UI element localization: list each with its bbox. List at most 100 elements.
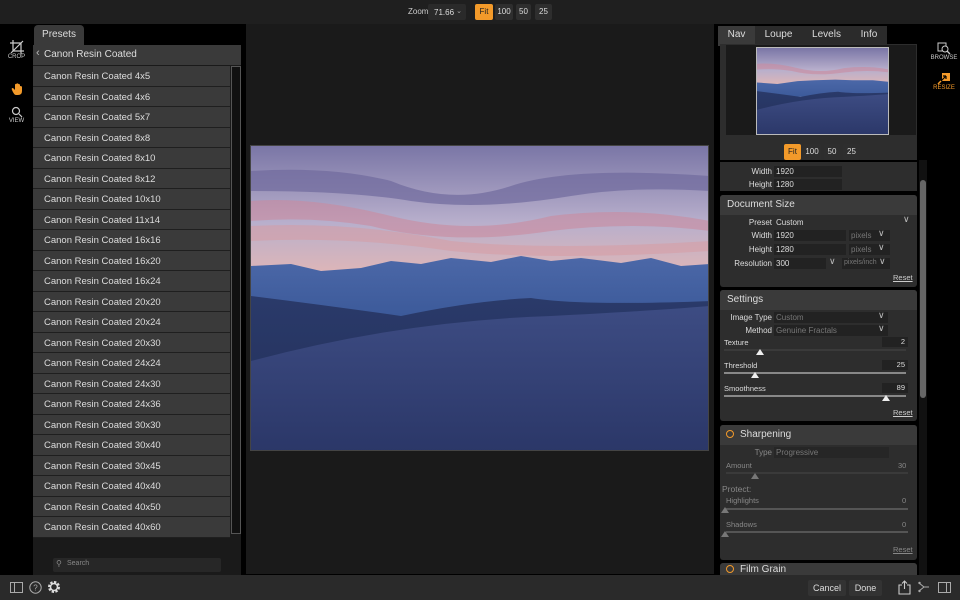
presets-back-header[interactable]: ‹ Canon Resin Coated xyxy=(33,45,241,65)
preset-list-item[interactable]: Canon Resin Coated 16x24 xyxy=(33,271,230,292)
preset-list-item[interactable]: Canon Resin Coated 24x24 xyxy=(33,353,230,374)
preset-list-item[interactable]: Canon Resin Coated 16x16 xyxy=(33,230,230,251)
zoom-100-button[interactable]: 100 xyxy=(495,4,513,20)
zoom-fit-button[interactable]: Fit xyxy=(475,4,493,20)
threshold-slider-handle[interactable] xyxy=(750,372,759,378)
done-button[interactable]: Done xyxy=(849,580,882,596)
preset-list-item[interactable]: Canon Resin Coated 20x30 xyxy=(33,332,230,353)
film-grain-header[interactable]: Film Grain xyxy=(720,563,917,575)
amount-slider-handle[interactable] xyxy=(751,473,760,479)
threshold-label: Threshold xyxy=(724,361,758,370)
preset-list-item[interactable]: Canon Resin Coated 30x45 xyxy=(33,455,230,476)
document-size-reset-link[interactable]: Reset xyxy=(893,273,913,282)
texture-slider-track[interactable] xyxy=(724,349,906,351)
highlights-slider-track[interactable] xyxy=(726,508,908,510)
nav-zoom-50-button[interactable]: 50 xyxy=(824,144,840,160)
preset-list-item[interactable]: Canon Resin Coated 8x12 xyxy=(33,168,230,189)
threshold-value-field[interactable]: 25 xyxy=(882,360,908,370)
preset-list-item[interactable]: Canon Resin Coated 4x6 xyxy=(33,86,230,107)
shadows-slider-handle[interactable] xyxy=(721,531,729,537)
smoothness-slider-handle[interactable] xyxy=(881,395,890,401)
resolution-field[interactable]: 300 xyxy=(774,258,826,269)
nav-zoom-100-button[interactable]: 100 xyxy=(803,144,821,160)
tab-levels[interactable]: Levels xyxy=(802,26,851,46)
crop-tool[interactable]: CROP xyxy=(0,40,33,60)
document-size-header[interactable]: Document Size xyxy=(720,195,917,215)
tab-info[interactable]: Info xyxy=(851,26,887,46)
settings-section: Settings xyxy=(720,290,917,421)
sharpening-header[interactable]: Sharpening xyxy=(720,425,917,445)
preset-list-item[interactable]: Canon Resin Coated 4x5 xyxy=(33,66,230,87)
workflow-icon[interactable] xyxy=(918,581,930,593)
film-grain-toggle-icon[interactable] xyxy=(726,565,734,573)
nav-zoom-25-button[interactable]: 25 xyxy=(843,144,860,160)
tab-presets[interactable]: Presets xyxy=(34,25,84,45)
browse-module[interactable]: BROWSE xyxy=(928,42,960,61)
smoothness-slider-track[interactable] xyxy=(724,395,906,397)
settings-reset-link[interactable]: Reset xyxy=(893,408,913,417)
texture-value-field[interactable]: 2 xyxy=(882,337,908,347)
preset-list-item[interactable]: Canon Resin Coated 30x40 xyxy=(33,435,230,456)
highlights-slider-handle[interactable] xyxy=(721,507,729,513)
sharpen-type-field[interactable]: Progressive xyxy=(774,447,889,458)
settings-header[interactable]: Settings xyxy=(720,290,917,310)
preset-list-item[interactable]: Canon Resin Coated 24x30 xyxy=(33,373,230,394)
resize-module[interactable]: RESIZE xyxy=(928,72,960,91)
gear-icon[interactable] xyxy=(47,580,61,594)
preset-list-item[interactable]: Canon Resin Coated 20x24 xyxy=(33,312,230,333)
preset-list-item[interactable]: Canon Resin Coated 8x10 xyxy=(33,148,230,169)
chevron-down-icon[interactable]: ∨ xyxy=(829,256,836,267)
pixel-width-field[interactable]: 1920 xyxy=(774,166,842,177)
preset-list-item[interactable]: Canon Resin Coated 11x14 xyxy=(33,209,230,230)
tab-loupe[interactable]: Loupe xyxy=(755,26,802,46)
smoothness-value-field[interactable]: 89 xyxy=(882,383,908,393)
preset-list-item[interactable]: Canon Resin Coated 10x10 xyxy=(33,189,230,210)
image-type-dropdown[interactable]: Custom xyxy=(774,312,888,323)
method-dropdown[interactable]: Genuine Fractals xyxy=(774,325,888,336)
presets-scrollbar[interactable] xyxy=(231,66,241,534)
pixel-width-label: Width xyxy=(751,167,772,176)
doc-height-field[interactable]: 1280 xyxy=(774,244,846,255)
preset-list-item[interactable]: Canon Resin Coated 40x40 xyxy=(33,476,230,497)
zoom-50-button[interactable]: 50 xyxy=(516,4,531,20)
doc-width-field[interactable]: 1920 xyxy=(774,230,846,241)
preset-dropdown[interactable]: Custom xyxy=(774,217,834,228)
nav-zoom-fit-button[interactable]: Fit xyxy=(784,144,801,160)
preset-list-item[interactable]: Canon Resin Coated 16x20 xyxy=(33,250,230,271)
right-panel-scrollbar[interactable] xyxy=(919,160,927,575)
preset-list-item[interactable]: Canon Resin Coated 40x60 xyxy=(33,517,230,538)
preset-list-item[interactable]: Canon Resin Coated 20x20 xyxy=(33,291,230,312)
view-tool[interactable]: VIEW xyxy=(0,106,33,124)
hand-tool[interactable] xyxy=(0,82,33,96)
presets-search-input[interactable]: ⚲ Search xyxy=(53,558,221,572)
highlights-label: Highlights xyxy=(726,496,759,505)
tab-nav[interactable]: Nav xyxy=(718,26,755,46)
chevron-down-icon: ∨ xyxy=(878,323,885,333)
svg-text:?: ? xyxy=(33,584,38,593)
browse-label: BROWSE xyxy=(930,55,958,61)
texture-slider-handle[interactable] xyxy=(756,349,765,355)
amount-value: 30 xyxy=(898,461,907,470)
preview-photo[interactable] xyxy=(250,145,709,451)
preset-list-item[interactable]: Canon Resin Coated 8x8 xyxy=(33,127,230,148)
help-icon[interactable]: ? xyxy=(29,581,42,594)
doc-height-label: Height xyxy=(748,245,772,254)
zoom-25-button[interactable]: 25 xyxy=(535,4,552,20)
scrollbar-thumb[interactable] xyxy=(920,180,926,398)
pixel-height-field[interactable]: 1280 xyxy=(774,179,842,190)
sharpening-toggle-icon[interactable] xyxy=(726,430,734,438)
sharpening-reset-link[interactable]: Reset xyxy=(893,545,913,554)
right-panel-toggle-icon[interactable] xyxy=(938,582,951,593)
texture-label: Texture xyxy=(724,338,749,347)
panel-toggle-icon[interactable] xyxy=(10,582,23,593)
preset-list-item[interactable]: Canon Resin Coated 24x36 xyxy=(33,394,230,415)
preset-list-item[interactable]: Canon Resin Coated 30x30 xyxy=(33,414,230,435)
shadows-slider-track[interactable] xyxy=(726,531,908,533)
preset-list-item[interactable]: Canon Resin Coated 40x50 xyxy=(33,496,230,517)
zoom-value-dropdown[interactable]: 71.66 ⌄ xyxy=(428,4,466,20)
chevron-down-icon[interactable]: ∨ xyxy=(903,214,910,225)
cancel-button[interactable]: Cancel xyxy=(808,580,846,596)
preset-list-item[interactable]: Canon Resin Coated 5x7 xyxy=(33,107,230,128)
navigator-thumbnail[interactable] xyxy=(756,47,889,135)
share-icon[interactable] xyxy=(898,580,911,595)
